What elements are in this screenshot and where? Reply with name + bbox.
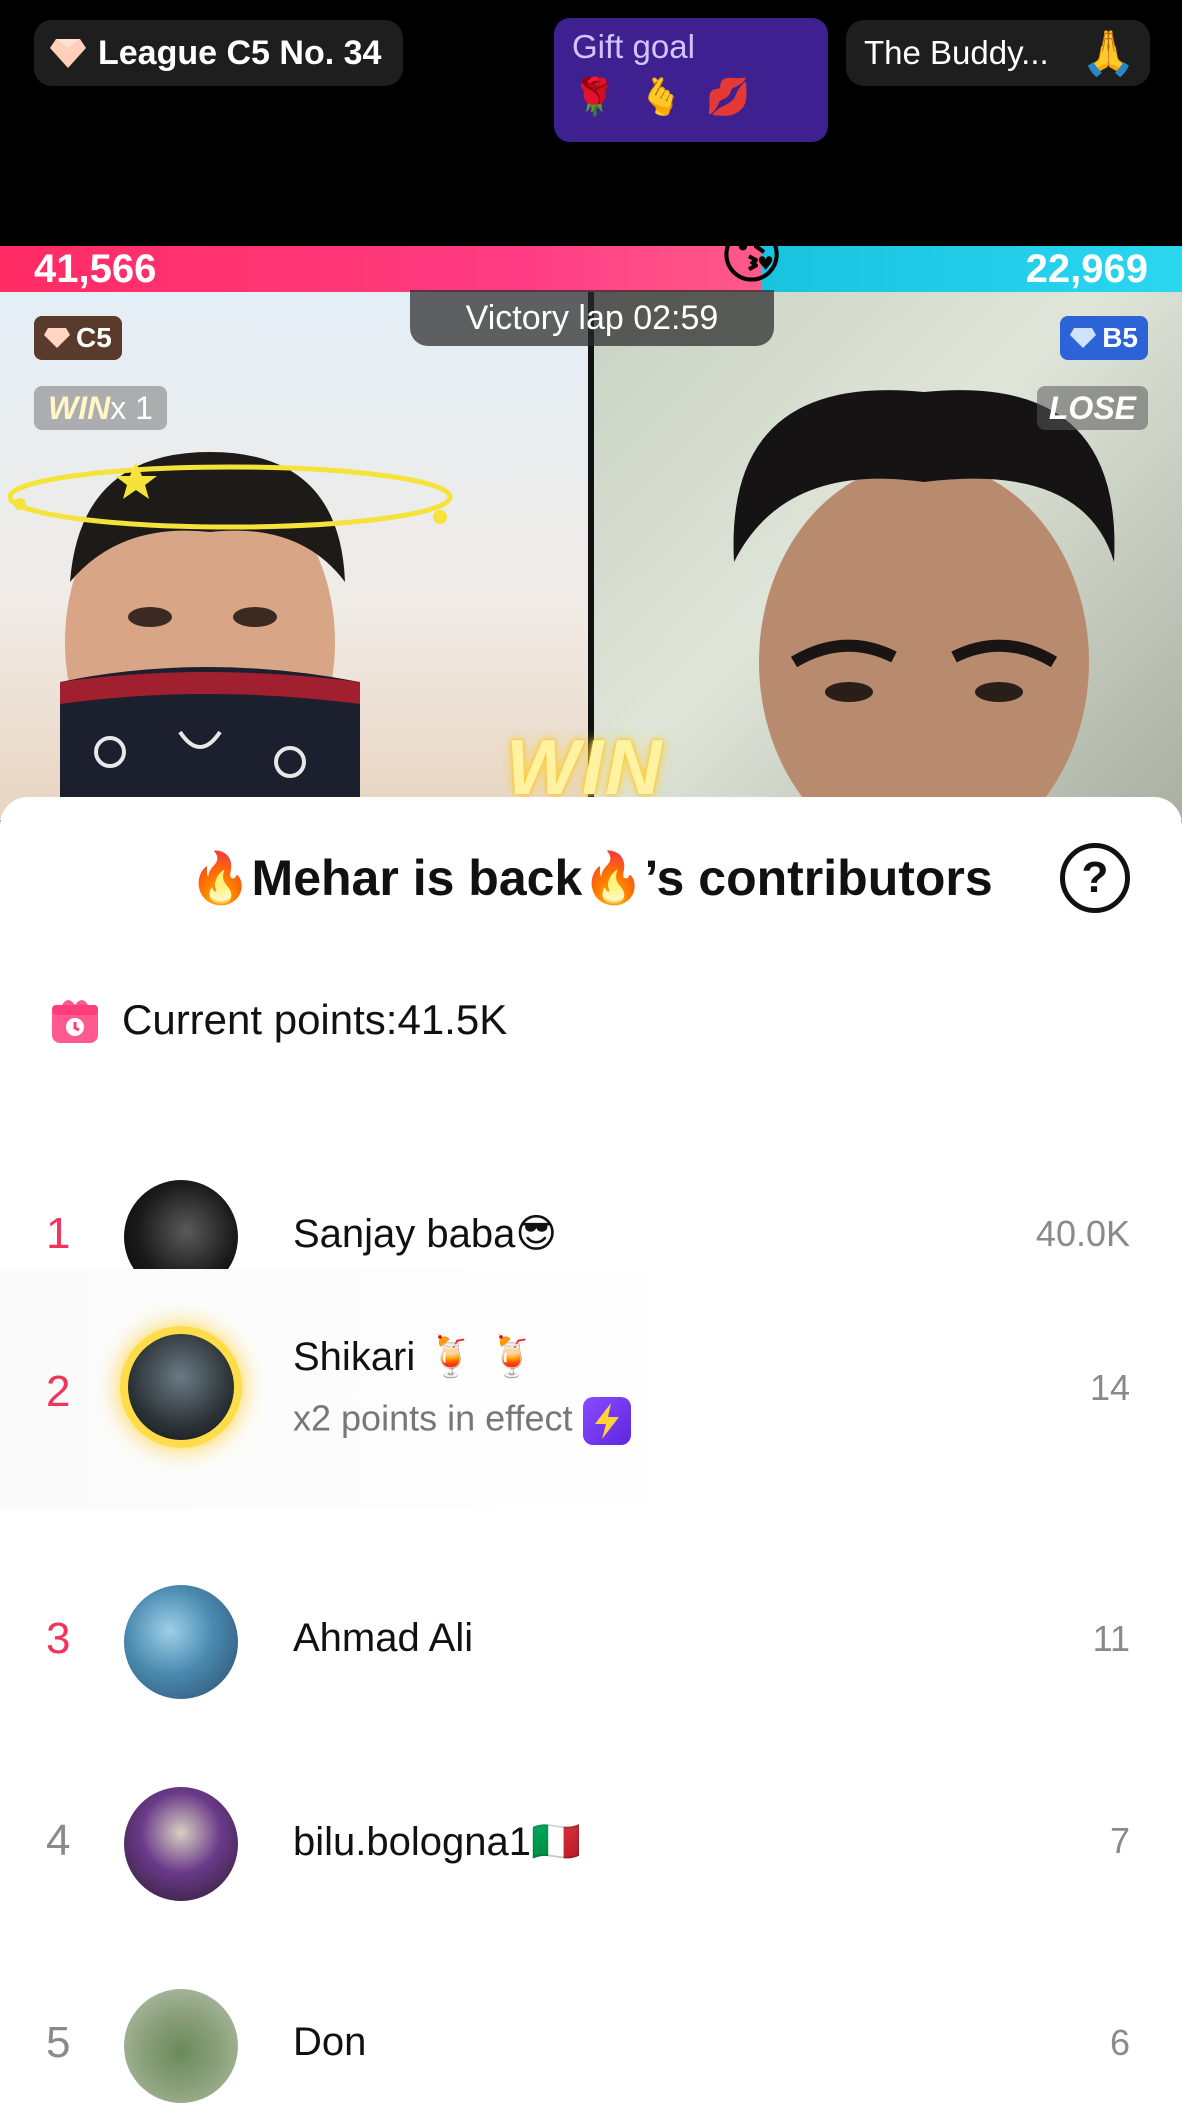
rank-number: 4 xyxy=(46,1816,71,1865)
contributor-row[interactable]: 5 Don 6 xyxy=(0,1946,1182,2104)
rank-number: 2 xyxy=(46,1367,71,1416)
rose-gift-icon: 🌹 xyxy=(572,76,617,117)
contributor-name[interactable]: bilu.bologna1🇮🇹 xyxy=(293,1818,581,1865)
contributor-score: 40.0K xyxy=(1035,1213,1130,1254)
avatar[interactable] xyxy=(124,1989,238,2103)
contributors-sheet: 🔥Mehar is back🔥’s contributors ? Current… xyxy=(0,797,1182,2104)
current-points-row: Current points:41.5K xyxy=(50,995,507,1045)
league-badge[interactable]: League C5 No. 34 xyxy=(34,20,404,86)
right-score: 22,969 xyxy=(1025,247,1148,291)
contributor-name[interactable]: Shikari 🍹 🍹 xyxy=(293,1333,537,1380)
right-host-video[interactable] xyxy=(594,292,1182,820)
help-button[interactable]: ? xyxy=(1060,843,1130,913)
live-battle-area: League C5 No. 34 Gift goal 🌹 🫰 💋 The Bud… xyxy=(0,0,1182,820)
diamond-icon xyxy=(50,39,86,68)
avatar[interactable] xyxy=(124,1585,238,1699)
contributor-score: 6 xyxy=(1109,2022,1130,2063)
left-rank-label: C5 xyxy=(76,322,112,353)
points-effect-label: x2 points in effect xyxy=(293,1397,573,1439)
win-tag: WINx 1 xyxy=(34,386,167,430)
lightning-bolt-icon xyxy=(582,1397,631,1445)
left-score: 41,566 xyxy=(34,247,157,291)
praying-hands-icon: 🙏 xyxy=(1081,29,1136,78)
gift-goal-title: Gift goal xyxy=(572,28,695,65)
question-mark-icon: ? xyxy=(1081,853,1109,902)
rank-number: 1 xyxy=(46,1209,71,1258)
left-rank-badge: C5 xyxy=(34,316,122,360)
star-halo-effect xyxy=(7,462,453,530)
lips-gift-icon: 💋 xyxy=(705,76,751,117)
battle-score-bar xyxy=(0,246,1182,292)
contributor-row[interactable]: 3 Ahmad Ali 11 xyxy=(0,1542,1182,1742)
contributor-score: 14 xyxy=(1089,1367,1130,1408)
left-host-video[interactable] xyxy=(0,292,588,820)
lose-tag: LOSE xyxy=(1036,386,1148,430)
points-effect-note: x2 points in effect xyxy=(293,1397,631,1445)
win-tag-label: WIN xyxy=(48,390,111,426)
sheet-title: 🔥Mehar is back🔥’s contributors xyxy=(189,850,993,906)
current-points-label: Current points:41.5K xyxy=(122,996,508,1043)
diamond-icon xyxy=(1070,328,1097,348)
gift-box-icon xyxy=(52,1000,98,1043)
victory-lap-timer: Victory lap 02:59 xyxy=(410,290,774,346)
contributor-name[interactable]: Don xyxy=(293,2020,366,2065)
right-rank-label: B5 xyxy=(1102,322,1138,353)
avatar[interactable] xyxy=(124,1787,238,1901)
rank-number: 3 xyxy=(46,1614,71,1663)
win-multiplier: x 1 xyxy=(110,390,153,426)
contributor-name[interactable]: Ahmad Ali xyxy=(293,1616,473,1661)
league-label: League C5 No. 34 xyxy=(98,33,382,72)
contributor-row[interactable]: 2 Shikari 🍹 🍹 x2 points in effect 14 xyxy=(0,1269,1182,1509)
diamond-icon xyxy=(44,328,70,348)
buddy-label: The Buddy... xyxy=(864,34,1049,71)
contributor-score: 11 xyxy=(1092,1618,1130,1659)
finger-heart-gift-icon: 🫰 xyxy=(638,76,684,117)
right-rank-badge: B5 xyxy=(1060,316,1148,360)
kiss-face-icon: 😘 xyxy=(719,222,784,291)
contributor-name[interactable]: Sanjay baba😎 xyxy=(293,1211,557,1257)
avatar[interactable] xyxy=(120,1326,242,1448)
contributor-row[interactable]: 4 bilu.bologna1🇮🇹 7 xyxy=(0,1744,1182,1944)
buddy-badge[interactable]: The Buddy... 🙏 xyxy=(846,20,1150,86)
gift-goal-card[interactable]: Gift goal 🌹 🫰 💋 xyxy=(554,18,828,142)
rank-number: 5 xyxy=(46,2018,71,2067)
contributor-score: 7 xyxy=(1109,1820,1130,1861)
